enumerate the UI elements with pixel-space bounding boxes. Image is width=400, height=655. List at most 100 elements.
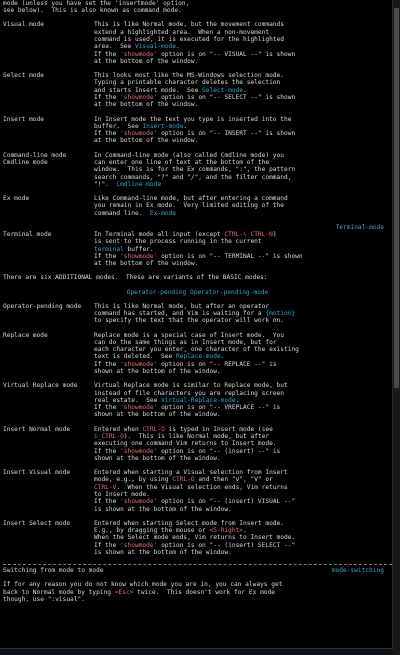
footer-line: though, use ":visual". (3, 595, 85, 603)
description-line: is shown at the bottom of the window. (94, 548, 232, 556)
mode-description: In Terminal mode all input (except CTRL-… (94, 231, 392, 267)
description-line: text is deleted. See Replace-mode. (94, 353, 225, 361)
description-line: is shown at the bottom of the window. (94, 505, 232, 513)
mode-name-column: Visual mode (3, 21, 94, 65)
description-line: E.g., by dragging the mouse or <S-Right>… (94, 526, 247, 534)
mode-name-column: Insert Visual mode (3, 469, 94, 513)
mode-name: Ex mode (3, 194, 30, 202)
mode-description: This is like Normal mode, but after an o… (94, 303, 392, 325)
section-title: Switching from mode to mode (3, 567, 104, 575)
mode-name: Virtual Replace mode (3, 382, 78, 390)
description-line: instead of file characters you are repla… (94, 389, 284, 397)
mode-description: In Command-line mode (also called Cmdlin… (94, 152, 392, 188)
description-line: If the 'showmode' option is on "-- (inse… (94, 541, 296, 549)
mode-entry: Virtual Replace mode Virtual Replace mode… (3, 382, 392, 418)
description-line: shown at the bottom of the window. (94, 454, 221, 462)
description-line: window. This is for the Ex commands, ":"… (94, 166, 296, 174)
description-line: buffer. See Insert-mode. (94, 122, 188, 130)
mode-name-column: Operator-pending mode (3, 303, 94, 325)
description-line: shown at the bottom of the window. (94, 368, 221, 376)
mode-entry: Visual mode This is like Normal mode, but… (3, 21, 392, 65)
additional-modes-list: Operator-pending mode This is like Normal… (3, 303, 392, 556)
mode-name-column: Select mode (3, 72, 94, 108)
section-heading: Switching from mode to mode mode-switchi… (3, 567, 392, 574)
description-line: If the 'showmode' option is on "-- INSER… (94, 130, 296, 138)
section-tag-link[interactable]: mode-switching (332, 567, 384, 574)
mode-description: Virtual Replace mode is similar to Repla… (94, 382, 392, 418)
mode-name: Operator-pending mode (3, 302, 82, 310)
description-line: at the bottom of the window. (94, 57, 199, 65)
mode-name: Insert Select mode (3, 519, 71, 527)
description-line: When the Select mode ends, Vim returns t… (94, 534, 296, 542)
description-line: i_CTRL-O). This is like Normal mode, but… (94, 432, 270, 440)
description-line: This is like Normal mode, but after an o… (94, 302, 270, 310)
mode-name-column: Insert Select mode (3, 520, 94, 556)
description-line: shown at the bottom of the window. (94, 411, 221, 419)
mode-entry: Terminal mode In Terminal mode all input … (3, 231, 392, 267)
description-line: Like Command-line mode, but after enteri… (94, 194, 288, 202)
description-line: to specify the text that the operator wi… (94, 317, 284, 325)
description-line: can enter one line of text at the bottom… (94, 158, 270, 166)
description-line: Entered when starting a Visual selection… (94, 469, 288, 477)
mode-name-column: Insert mode (3, 116, 94, 145)
description-line: Replace mode is a special case of Insert… (94, 331, 284, 339)
description-line: command is used, it is executed for the … (94, 36, 284, 44)
description-line: CTRL-V. When the Visual selection ends, … (94, 483, 288, 491)
section-divider (3, 564, 392, 566)
description-line: command has started, and Vim is waiting … (94, 310, 296, 318)
description-line: This is like Normal mode, but the moveme… (94, 21, 284, 29)
description-line: terminal buffer. (94, 245, 154, 253)
mode-description: In Insert mode the text you type is inse… (94, 116, 392, 145)
description-line: area. See Visual-mode. (94, 43, 180, 51)
mode-name-column: Insert Normal mode (3, 426, 94, 462)
mode-entry: Insert Visual mode Entered when starting … (3, 469, 392, 513)
mode-name: Insert Visual mode (3, 469, 71, 477)
description-line: If the 'showmode' option is on "-- REPLA… (94, 360, 277, 368)
description-line: If the 'showmode' option is on "-- VISUA… (94, 50, 296, 58)
scrollbar-thumb[interactable] (394, 8, 399, 388)
mode-name: Terminal mode (3, 231, 52, 239)
description-line: Typing a printable character deletes the… (94, 79, 281, 87)
mode-name-alt: Cmdline mode (3, 158, 48, 166)
mode-entry: Ex mode Like Command-line mode, but after… (3, 195, 392, 217)
description-line: In Command-line mode (also called Cmdlin… (94, 151, 284, 159)
footer-paragraph: If for any reason you do not know which … (3, 581, 392, 603)
help-tag-link[interactable]: Terminal-mode (3, 224, 392, 231)
mode-name: Select mode (3, 72, 44, 80)
mode-name: Insert Normal mode (3, 425, 71, 433)
mode-description: Like Command-line mode, but after enteri… (94, 195, 392, 217)
mode-description: Replace mode is a special case of Insert… (94, 332, 392, 376)
description-line: If the 'showmode' option is on "-- SELEC… (94, 94, 296, 102)
description-line: If the 'showmode' option is on "-- TERMI… (94, 252, 303, 260)
footer-line: If for any reason you do not know which … (3, 581, 283, 589)
vertical-scrollbar[interactable] (392, 0, 400, 655)
operator-pending-tags[interactable]: Operator-pending Operator-pending-mode (3, 289, 392, 296)
status-line (0, 648, 393, 655)
mode-name-column: Command-line mode Cmdline mode (3, 152, 94, 188)
description-line: Virtual Replace mode is similar to Repla… (94, 382, 288, 390)
description-line: If the 'showmode' option is on "-- (inse… (94, 498, 296, 506)
intro-line: mode (unless you have set the 'insertmod… (3, 0, 190, 7)
description-line: and starts Insert mode. See Select-mode. (94, 86, 247, 94)
description-line: at the bottom of the window. (94, 101, 199, 109)
mode-name: Visual mode (3, 21, 44, 29)
mode-entry: Insert Normal mode Entered when CTRL-O is… (3, 426, 392, 462)
description-line: each character you enter, one character … (94, 346, 299, 354)
description-line: command line. Ex-mode (94, 209, 176, 217)
mode-entry: Operator-pending mode This is like Normal… (3, 303, 392, 325)
description-line: can do the same things as in Insert mode… (94, 338, 277, 346)
description-line: to Insert mode. (94, 490, 150, 498)
mode-entry: Insert Select mode Entered when starting … (3, 520, 392, 556)
mode-description: Entered when starting a Visual selection… (94, 469, 392, 513)
mode-name: Replace mode (3, 331, 48, 339)
description-line: Entered when CTRL-O is typed in Insert m… (94, 425, 273, 433)
description-line: mode, e.g., by using CTRL-O and then "v"… (94, 476, 273, 484)
mode-description: This is like Normal mode, but the moveme… (94, 21, 392, 65)
footer-line: back to Normal mode by typing <Esc> twic… (3, 588, 275, 596)
help-buffer[interactable]: mode (unless you have set the 'insertmod… (0, 0, 392, 655)
mode-name: Insert mode (3, 115, 44, 123)
description-line: at the bottom of the window. (94, 137, 199, 145)
mode-description: Entered when CTRL-O is typed in Insert m… (94, 426, 392, 462)
mode-name-column: Replace mode (3, 332, 94, 376)
mode-name-column: Virtual Replace mode (3, 382, 94, 418)
